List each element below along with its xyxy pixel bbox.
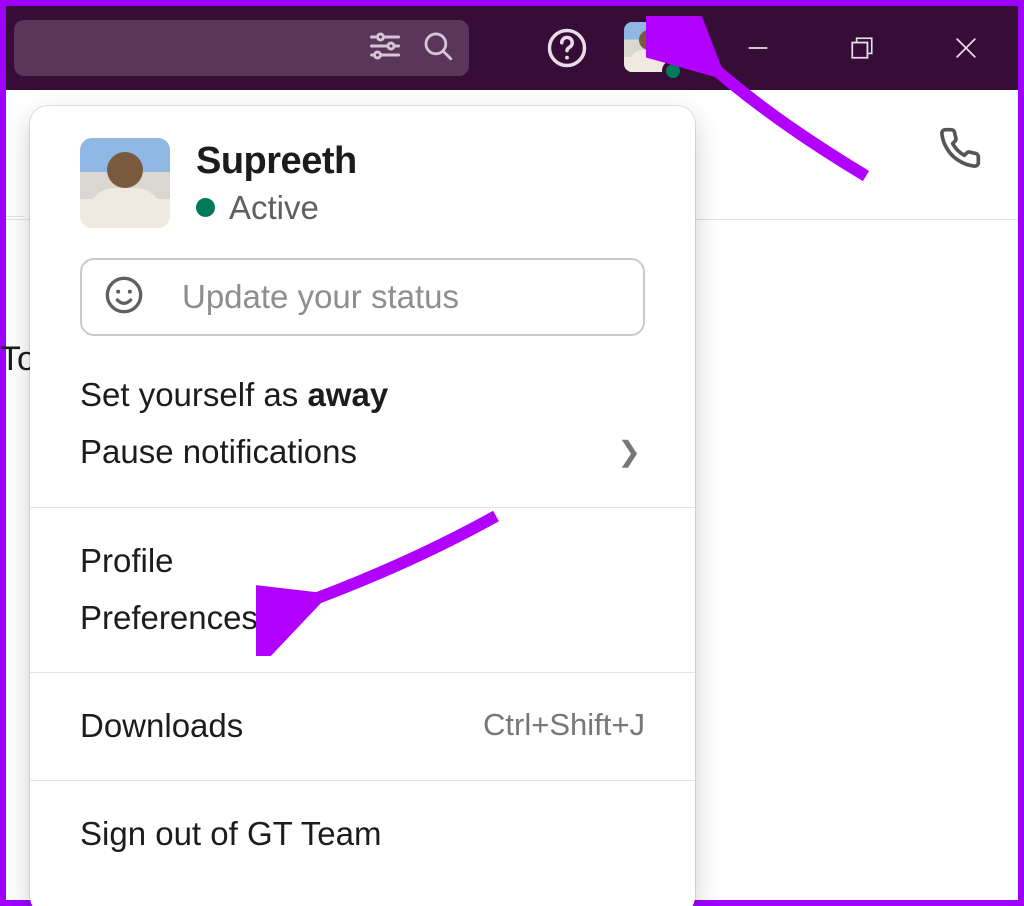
menu-item-label: Downloads bbox=[80, 705, 243, 746]
minimize-button[interactable] bbox=[706, 6, 810, 90]
presence-indicator-icon bbox=[662, 60, 684, 82]
presence-indicator-icon bbox=[196, 198, 215, 217]
user-status-text: Active bbox=[229, 189, 319, 227]
search-box[interactable] bbox=[14, 20, 469, 76]
profile-item[interactable]: Profile bbox=[80, 532, 645, 589]
user-menu: Supreeth Active Set yourself as away Pau… bbox=[30, 106, 695, 906]
call-icon[interactable] bbox=[938, 126, 982, 175]
menu-item-label: Preferences bbox=[80, 597, 258, 638]
user-avatar-button[interactable] bbox=[624, 22, 678, 76]
preferences-item[interactable]: Preferences bbox=[80, 589, 645, 646]
window-controls bbox=[706, 6, 1018, 90]
filter-icon[interactable] bbox=[367, 28, 403, 69]
search-icon[interactable] bbox=[421, 29, 455, 68]
sign-out-item[interactable]: Sign out of GT Team bbox=[80, 805, 645, 862]
close-button[interactable] bbox=[914, 6, 1018, 90]
user-menu-header: Supreeth Active bbox=[30, 106, 695, 248]
menu-item-label: Sign out of GT Team bbox=[80, 813, 381, 854]
menu-item-label: Profile bbox=[80, 540, 174, 581]
titlebar bbox=[6, 6, 1018, 90]
pause-notifications-item[interactable]: Pause notifications ❯ bbox=[80, 423, 645, 480]
status-input[interactable] bbox=[80, 258, 645, 336]
user-name: Supreeth bbox=[196, 140, 357, 183]
downloads-item[interactable]: Downloads Ctrl+Shift+J bbox=[80, 697, 645, 754]
keyboard-shortcut: Ctrl+Shift+J bbox=[483, 706, 645, 745]
chevron-right-icon: ❯ bbox=[618, 434, 641, 469]
status-text-field[interactable] bbox=[182, 278, 621, 316]
menu-item-label: Pause notifications bbox=[80, 431, 357, 472]
avatar bbox=[80, 138, 170, 228]
menu-item-label: Set yourself as away bbox=[80, 374, 388, 415]
maximize-button[interactable] bbox=[810, 6, 914, 90]
set-away-item[interactable]: Set yourself as away bbox=[80, 366, 645, 423]
smile-icon[interactable] bbox=[104, 275, 144, 320]
help-icon[interactable] bbox=[546, 27, 588, 69]
